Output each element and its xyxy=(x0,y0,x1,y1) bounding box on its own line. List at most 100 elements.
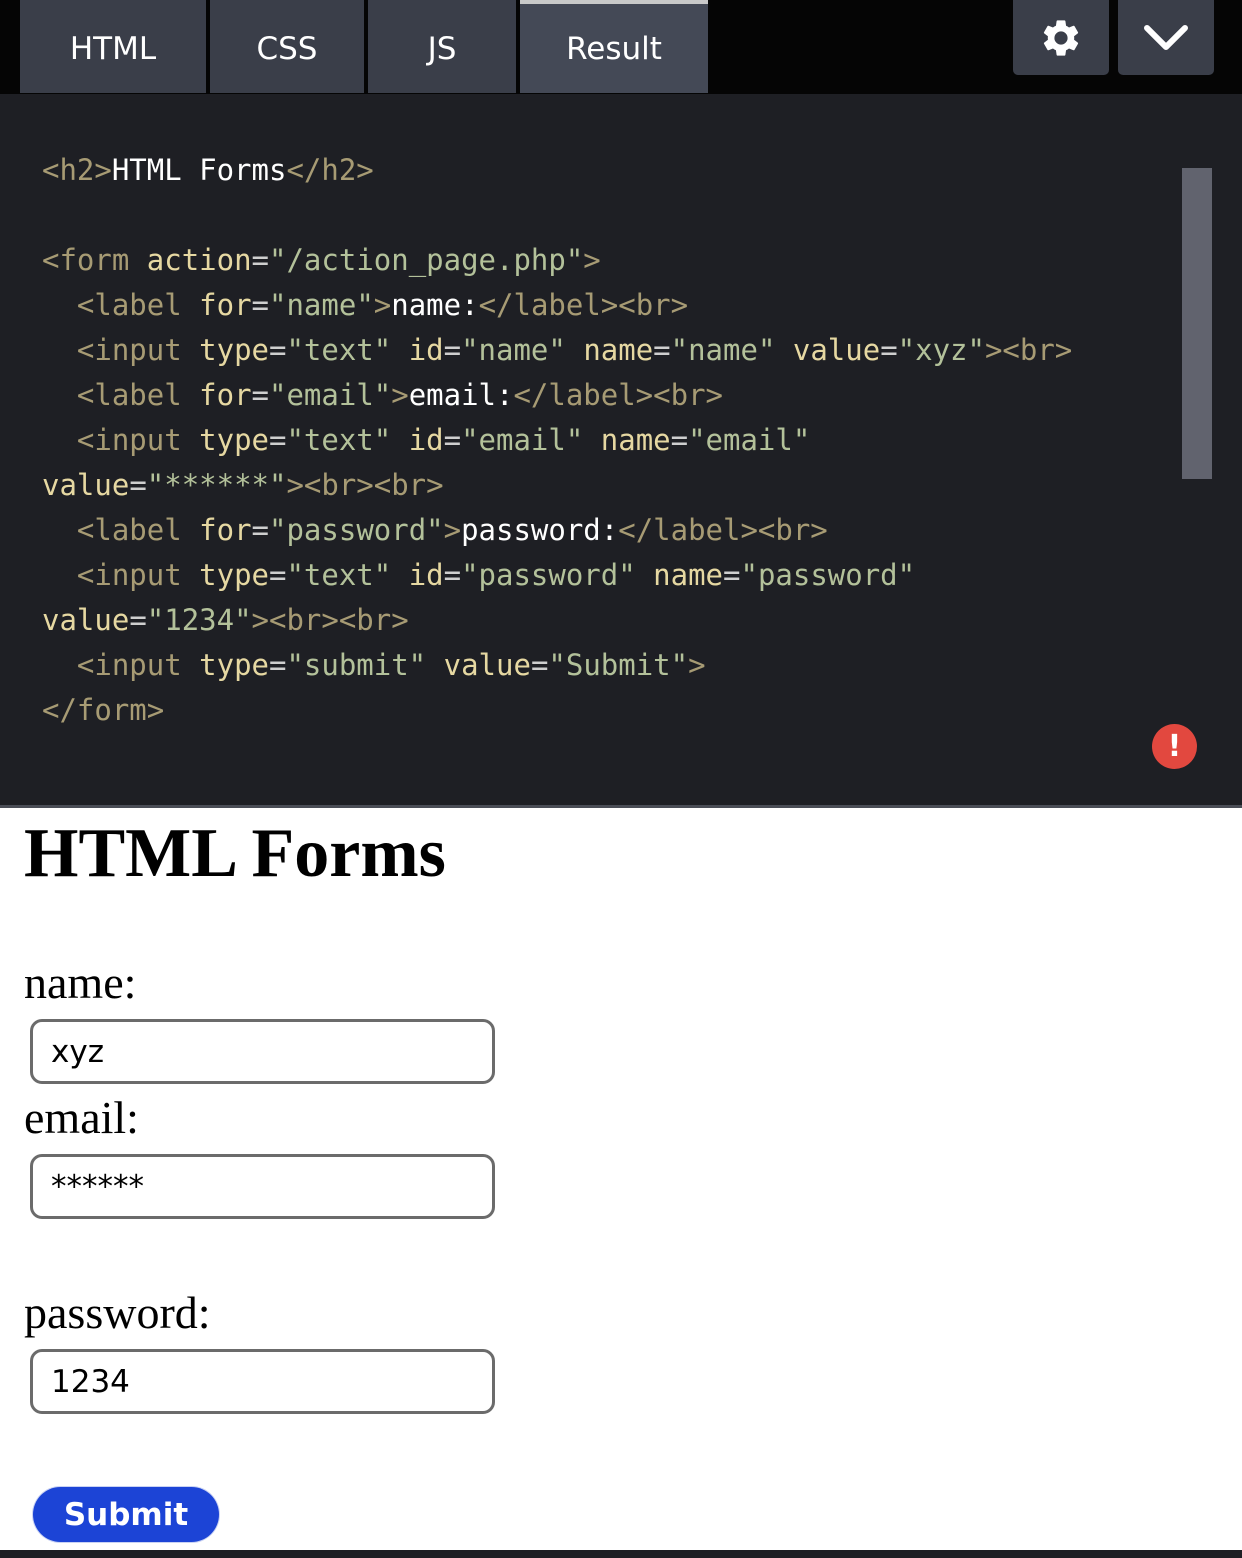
code-token: = xyxy=(251,243,270,277)
code-token: type xyxy=(199,648,269,682)
code-token: "******" xyxy=(146,468,287,502)
code-token: ><br><br> xyxy=(286,468,444,502)
code-token: </label><br> xyxy=(618,513,828,547)
code-token: "name" xyxy=(269,288,374,322)
editor-tab-bar: HTML CSS JS Result xyxy=(0,0,1242,94)
code-token: value xyxy=(443,648,531,682)
submit-button[interactable]: Submit xyxy=(33,1487,219,1542)
settings-button[interactable] xyxy=(1013,0,1109,75)
code-token: ><br> xyxy=(984,333,1073,367)
password-label: password: xyxy=(24,1287,211,1338)
code-token: <input xyxy=(76,648,182,682)
code-token: <label xyxy=(76,288,182,322)
code-token: = xyxy=(251,288,270,322)
code-token: name xyxy=(583,333,654,367)
code-token: </form> xyxy=(42,693,165,727)
code-token: "password" xyxy=(461,558,636,592)
code-line: <label for="name">name:</label><br> xyxy=(42,283,1072,328)
code-token: "email" xyxy=(688,423,811,457)
code-token: > xyxy=(583,243,601,277)
email-input[interactable]: ****** xyxy=(30,1154,495,1219)
code-token: </label><br> xyxy=(478,288,689,322)
code-token: "name" xyxy=(670,333,776,367)
bottom-edge xyxy=(0,1550,1242,1558)
tab-css[interactable]: CSS xyxy=(210,0,364,93)
code-token: email: xyxy=(408,378,514,412)
gear-icon xyxy=(1043,19,1079,56)
code-token: for xyxy=(199,513,252,547)
code-line: <input type="text" id="password" name="p… xyxy=(42,553,1072,598)
code-token: <input xyxy=(76,558,182,592)
code-token: "text" xyxy=(286,558,392,592)
code-token: value xyxy=(42,468,130,502)
code-token: <h2> xyxy=(42,153,112,187)
code-line: <label for="password">password:</label><… xyxy=(42,508,1072,553)
code-token: type xyxy=(199,558,269,592)
code-token: "text" xyxy=(286,333,392,367)
code-token: name xyxy=(600,423,671,457)
code-token: = xyxy=(251,378,270,412)
tab-html[interactable]: HTML xyxy=(20,0,206,93)
code-token: "password" xyxy=(269,513,444,547)
code-token: "text" xyxy=(286,423,392,457)
code-token: type xyxy=(199,333,269,367)
code-line: <input type="submit" value="Submit"> xyxy=(42,643,1072,688)
code-token: id xyxy=(408,423,444,457)
code-token: "email" xyxy=(461,423,584,457)
code-token: "email" xyxy=(269,378,392,412)
code-token: = xyxy=(251,513,270,547)
error-icon[interactable]: ! xyxy=(1152,724,1197,769)
code-line: </form> xyxy=(42,688,1072,733)
code-token: <label xyxy=(76,513,182,547)
code-token: "name" xyxy=(461,333,566,367)
email-label: email: xyxy=(24,1092,139,1143)
code-token: id xyxy=(408,558,444,592)
code-token: </h2> xyxy=(286,153,374,187)
code-token: type xyxy=(199,423,269,457)
editor-scrollbar[interactable] xyxy=(1182,168,1212,479)
code-token: "xyz" xyxy=(897,333,985,367)
code-token: name xyxy=(653,558,724,592)
code-token: </label><br> xyxy=(513,378,723,412)
code-line: <input type="text" id="name" name="name"… xyxy=(42,328,1072,373)
password-input[interactable]: 1234 xyxy=(30,1349,495,1414)
html-code-editor[interactable]: <h2>HTML Forms</h2> <form action="/actio… xyxy=(0,94,1242,805)
chevron-down-icon xyxy=(1144,24,1188,50)
collapse-button[interactable] xyxy=(1118,0,1214,75)
code-token: value xyxy=(42,603,130,637)
code-token: action xyxy=(146,243,252,277)
code-token: password: xyxy=(461,513,619,547)
name-label: name: xyxy=(24,957,137,1008)
code-token: > xyxy=(373,288,392,322)
code-token: > xyxy=(688,648,706,682)
name-input[interactable]: xyz xyxy=(30,1019,495,1084)
code-line: <form action="/action_page.php"> xyxy=(42,238,1072,283)
code-content[interactable]: <h2>HTML Forms</h2> <form action="/actio… xyxy=(42,148,1072,733)
result-heading: HTML Forms xyxy=(24,815,446,892)
code-token: name: xyxy=(391,288,479,322)
code-line: <input type="text" id="email" name="emai… xyxy=(42,418,1072,463)
code-token: value xyxy=(792,333,881,367)
result-pane: HTML Forms name: xyz email: ****** passw… xyxy=(0,808,1242,1550)
code-token: id xyxy=(408,333,444,367)
code-token: "1234" xyxy=(146,603,252,637)
code-token: <input xyxy=(76,423,182,457)
code-token: for xyxy=(199,378,252,412)
code-line: value="******"><br><br> xyxy=(42,468,444,502)
code-token: <form xyxy=(42,243,130,277)
code-token: "/action_page.php" xyxy=(269,243,584,277)
code-token: "submit" xyxy=(286,648,427,682)
code-token: > xyxy=(391,378,409,412)
code-token: ><br><br> xyxy=(251,603,409,637)
code-token: <label xyxy=(76,378,182,412)
tab-result[interactable]: Result xyxy=(520,0,708,93)
tab-js[interactable]: JS xyxy=(368,0,516,93)
code-line: value="1234"><br><br> xyxy=(42,603,409,637)
